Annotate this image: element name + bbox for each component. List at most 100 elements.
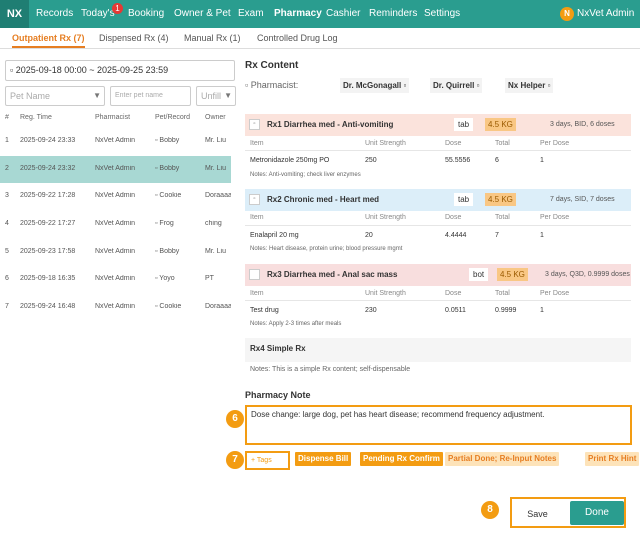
- pharmacy-note-textarea[interactable]: Dose change: large dog, pet has heart di…: [245, 405, 632, 445]
- table-cell-pet: ▫ Bobby: [155, 137, 180, 144]
- table-cell-num: 1: [5, 137, 9, 144]
- col-total: Total: [495, 290, 510, 297]
- table-cell-time: 2025-09-23 17:58: [20, 248, 76, 255]
- table-cell-time: 2025-09-24 23:33: [20, 137, 76, 144]
- add-tags-button[interactable]: + Tags: [245, 451, 290, 470]
- col-header-pharmacist[interactable]: Pharmacist: [95, 114, 130, 121]
- divider: [245, 300, 631, 301]
- rx2-header[interactable]: ▫ Rx2 Chronic med - Heart med tab 4.5 KG…: [245, 189, 631, 211]
- app-logo[interactable]: NX: [0, 0, 29, 28]
- col-item: Item: [250, 140, 264, 147]
- table-cell-owner: Mr. Liu: [205, 165, 227, 172]
- save-button[interactable]: Save: [516, 503, 559, 525]
- user-name[interactable]: NxVet Admin: [577, 0, 634, 28]
- rx2-dose: 4.4444: [445, 232, 467, 239]
- col-per-dose: Per Dose: [540, 140, 570, 147]
- rx3-header[interactable]: Rx3 Diarrhea med - Anal sac mass bot 4.5…: [245, 264, 631, 286]
- col-dose: Dose: [445, 214, 462, 221]
- pharmacist-chip[interactable]: Dr. Quirrell ▫: [430, 78, 483, 93]
- col-unit-strength: Unit Strength: [365, 290, 406, 297]
- step-marker-6: 6: [226, 410, 244, 428]
- col-item: Item: [250, 290, 264, 297]
- table-cell-time: 2025-09-18 16:35: [20, 275, 76, 282]
- nav-booking[interactable]: Booking: [128, 0, 164, 28]
- pharmacist-chip[interactable]: Dr. McGonagall ▫: [340, 78, 410, 93]
- rx2-checkbox[interactable]: ▫: [249, 194, 260, 205]
- table-row[interactable]: 6 2025-09-18 16:35 NxVet Admin ▫ Yoyo PT: [0, 266, 231, 293]
- table-cell-num: 3: [5, 192, 9, 199]
- table-row[interactable]: 5 2025-09-23 17:58 NxVet Admin ▫ Bobby Mr. L…: [0, 239, 231, 266]
- rx3-dose: 0.0511: [445, 307, 466, 314]
- rx1-title: Rx1 Diarrhea med - Anti-vomiting: [267, 120, 394, 129]
- status-select[interactable]: Unfill ▼: [196, 86, 236, 106]
- table-cell-pharmacist: NxVet Admin: [95, 165, 136, 172]
- col-header-reg-time[interactable]: Reg. Time: [20, 114, 52, 121]
- divider: [245, 150, 631, 151]
- rx2-form: tab: [454, 193, 474, 206]
- nav-exam[interactable]: Exam: [238, 0, 264, 28]
- table-cell-time: 2025-09-24 23:32: [20, 165, 76, 172]
- step-marker-8: 8: [481, 501, 499, 519]
- table-cell-pet: ▫ Bobby: [155, 165, 180, 172]
- rx1-schedule: 3 days, BID, 6 doses: [550, 121, 615, 128]
- rx2-total: 7: [495, 232, 499, 239]
- table-cell-owner: Mr. Liu: [205, 248, 227, 255]
- table-row[interactable]: 1 2025-09-24 23:33 NxVet Admin ▫ Bobby Mr. L…: [0, 128, 231, 155]
- rx3-form: bot: [469, 268, 489, 281]
- col-header-owner[interactable]: Owner: [205, 114, 226, 121]
- rx1-total: 6: [495, 157, 499, 164]
- table-row[interactable]: 4 2025-09-22 17:27 NxVet Admin ▫ Frog ching: [0, 211, 231, 238]
- pet-name-input[interactable]: Enter pet name: [110, 86, 191, 106]
- rx3-unit: 230: [365, 307, 377, 314]
- tab-dispensed-rx[interactable]: Dispensed Rx (4): [99, 28, 169, 48]
- table-cell-pet: ▫ Yoyo: [155, 275, 175, 282]
- pet-name-select[interactable]: Pet Name ▼: [5, 86, 105, 106]
- table-row[interactable]: 2 2025-09-24 23:32 NxVet Admin ▫ Bobby Mr. L…: [0, 156, 231, 183]
- pharmacist-chip[interactable]: Nx Helper ▫: [505, 78, 554, 93]
- tab-outpatient-rx[interactable]: Outpatient Rx (7): [12, 28, 85, 48]
- rx1-header[interactable]: ▫ Rx1 Diarrhea med - Anti-vomiting tab 4…: [245, 114, 631, 136]
- divider: [245, 225, 631, 226]
- pending-rx-confirm-button[interactable]: Pending Rx Confirm: [360, 452, 443, 466]
- nav-pharmacy[interactable]: Pharmacy: [274, 0, 322, 28]
- pharmacist-label: ▫ Pharmacist:: [245, 80, 299, 90]
- user-avatar[interactable]: N: [560, 7, 574, 21]
- print-rx-hint-button[interactable]: Print Rx Hint: [585, 452, 640, 466]
- table-row[interactable]: 7 2025-09-24 16:48 NxVet Admin ▫ Cookie Dora…: [0, 294, 231, 321]
- rx2-title: Rx2 Chronic med - Heart med: [267, 195, 380, 204]
- nav-records[interactable]: Records: [36, 0, 73, 28]
- col-total: Total: [495, 140, 510, 147]
- nav-cashier[interactable]: Cashier: [326, 0, 360, 28]
- chevron-down-icon: ▼: [224, 91, 232, 100]
- col-header-pet[interactable]: Pet/Record: [155, 114, 190, 121]
- rx4-header[interactable]: Rx4 Simple Rx: [245, 338, 631, 362]
- date-range-value: 2025-09-18 00:00 ~ 2025-09-25 23:59: [15, 65, 169, 75]
- table-row[interactable]: 3 2025-09-22 17:28 NxVet Admin ▫ Cookie Dora…: [0, 183, 231, 210]
- nav-reminders[interactable]: Reminders: [369, 0, 417, 28]
- step-marker-7: 7: [226, 451, 244, 469]
- pet-name-select-value: Pet Name: [10, 91, 51, 101]
- partial-done-button[interactable]: Partial Done; Re-Input Notes: [445, 452, 560, 466]
- col-unit-strength: Unit Strength: [365, 140, 406, 147]
- nav-settings[interactable]: Settings: [424, 0, 460, 28]
- done-button[interactable]: Done: [570, 501, 624, 525]
- rx3-checkbox[interactable]: [249, 269, 260, 280]
- table-cell-pharmacist: NxVet Admin: [95, 137, 136, 144]
- nav-today[interactable]: Today's: [81, 0, 115, 28]
- table-cell-owner: Doraaaa: [205, 192, 231, 199]
- tab-manual-rx[interactable]: Manual Rx (1): [184, 28, 241, 48]
- rx1-checkbox[interactable]: ▫: [249, 119, 260, 130]
- table-cell-owner: ching: [205, 220, 222, 227]
- table-cell-pharmacist: NxVet Admin: [95, 220, 136, 227]
- table-cell-pharmacist: NxVet Admin: [95, 192, 136, 199]
- table-cell-num: 5: [5, 248, 9, 255]
- table-cell-pet: ▫ Cookie: [155, 303, 182, 310]
- rx-content-title: Rx Content: [245, 60, 299, 71]
- date-range-picker[interactable]: ▫ 2025-09-18 00:00 ~ 2025-09-25 23:59: [5, 60, 235, 81]
- table-cell-num: 4: [5, 220, 9, 227]
- tab-controlled-drug-log[interactable]: Controlled Drug Log: [257, 28, 338, 48]
- dispense-bill-button[interactable]: Dispense Bill: [295, 452, 352, 466]
- table-cell-num: 6: [5, 275, 9, 282]
- nav-owner-pet[interactable]: Owner & Pet: [174, 0, 231, 28]
- table-cell-pet: ▫ Cookie: [155, 192, 182, 199]
